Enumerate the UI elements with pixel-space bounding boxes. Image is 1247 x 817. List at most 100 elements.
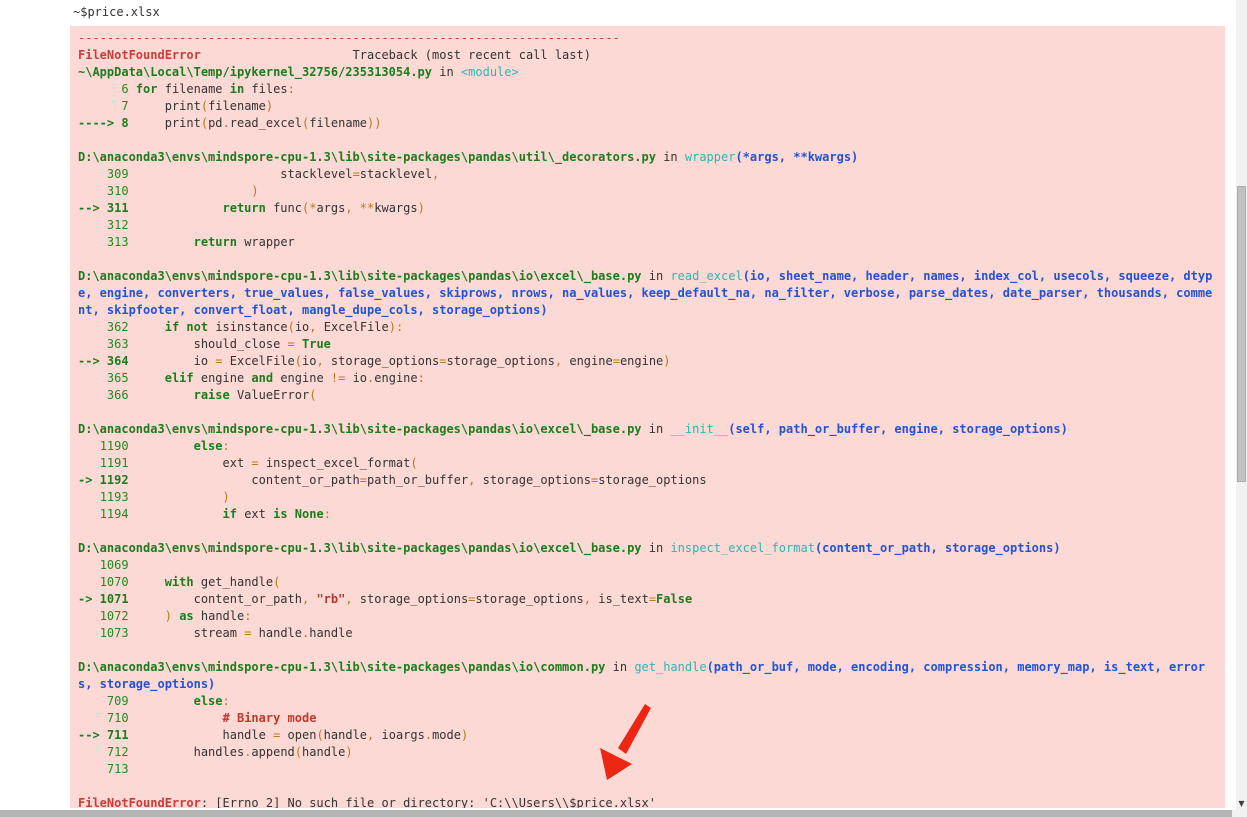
code-token: get_handle xyxy=(193,575,274,589)
code-token: should_close xyxy=(135,337,288,351)
code-token: ext xyxy=(135,456,252,470)
code-token: ) xyxy=(345,745,353,759)
code-token: storage_options xyxy=(323,354,440,368)
line-number: 1073 xyxy=(78,626,136,640)
code-token: filename xyxy=(309,116,368,130)
source-code-line: --> 364 io = ExcelFile(io, storage_optio… xyxy=(78,353,1218,370)
line-number: 363 xyxy=(78,337,136,351)
source-code-line: 363 should_close = True xyxy=(78,336,1218,353)
line-number: 1191 xyxy=(78,456,136,470)
source-code-line: 712 handles.append(handle) xyxy=(78,744,1218,761)
code-token: stacklevel xyxy=(135,167,353,181)
frame-location-line: D:\anaconda3\envs\mindspore-cpu-1.3\lib\… xyxy=(78,268,1218,319)
line-number: 310 xyxy=(78,184,136,198)
code-token: ( xyxy=(273,575,281,589)
code-token: read_excel xyxy=(670,269,743,283)
line-number: 712 xyxy=(78,745,136,759)
error-line-marker: --> 311 xyxy=(78,201,136,215)
vertical-scrollbar[interactable]: ▼ xyxy=(1236,0,1247,817)
code-token: = xyxy=(352,167,360,181)
final-error-message: FileNotFoundError: [Errno 2] No such fil… xyxy=(78,795,1218,808)
code-token: return xyxy=(193,235,237,249)
code-token: is xyxy=(273,507,288,521)
scroll-down-arrow-icon[interactable]: ▼ xyxy=(1236,800,1247,808)
code-token: (self, path_or_buffer, engine, storage_o… xyxy=(728,422,1068,436)
horizontal-scrollbar-thumb[interactable] xyxy=(0,810,1232,817)
code-token: handle xyxy=(323,728,368,742)
code-token: , xyxy=(309,320,317,334)
code-token: files xyxy=(244,82,288,96)
code-token: read_excel xyxy=(229,116,302,130)
code-token: handle xyxy=(135,728,274,742)
code-token: not xyxy=(186,320,209,334)
code-token: ExcelFile xyxy=(222,354,295,368)
code-token: # Binary mode xyxy=(222,711,317,725)
source-code-line: 709 else: xyxy=(78,693,1218,710)
code-token: wrapper xyxy=(684,150,736,164)
error-line-marker: --> 364 xyxy=(78,354,136,368)
code-token: and xyxy=(251,371,274,385)
code-token: ) xyxy=(417,201,425,215)
code-token: = xyxy=(439,354,447,368)
code-token: ( xyxy=(316,728,324,742)
code-token: D:\anaconda3\envs\mindspore-cpu-1.3\lib\… xyxy=(78,660,606,674)
line-number: 6 xyxy=(78,82,136,96)
code-token: ext xyxy=(236,507,274,521)
line-number: 365 xyxy=(78,371,136,385)
code-token: in xyxy=(641,269,671,283)
code-token: (*args, **kwargs) xyxy=(735,150,859,164)
code-token: : xyxy=(287,82,295,96)
code-token: : [Errno 2] No such file or directory: xyxy=(200,796,483,808)
code-token: ( xyxy=(200,99,209,113)
source-code-line: 1193 ) xyxy=(78,489,1218,506)
code-token: ) xyxy=(164,609,172,623)
code-token: engine xyxy=(562,354,613,368)
code-token: False xyxy=(656,592,693,606)
code-token: : xyxy=(222,439,230,453)
source-code-line: ----> 8 print(pd.read_excel(filename)) xyxy=(78,115,1218,132)
code-token: kwargs xyxy=(374,201,418,215)
code-token: : xyxy=(323,507,331,521)
code-token: ) xyxy=(265,99,274,113)
code-token: None xyxy=(294,507,324,521)
code-token: elif xyxy=(164,371,194,385)
line-number: 1069 xyxy=(78,558,136,572)
code-token: io xyxy=(294,320,310,334)
code-token: , xyxy=(432,167,440,181)
code-token: : xyxy=(244,609,252,623)
horizontal-scrollbar[interactable] xyxy=(0,810,1236,817)
code-token: ( xyxy=(410,456,418,470)
code-token: 'C:\\Users\\$price.xlsx' xyxy=(482,796,656,808)
code-token: = xyxy=(612,354,620,368)
code-token: in xyxy=(605,660,635,674)
frame-location-line: ~\AppData\Local\Temp/ipykernel_32756/235… xyxy=(78,64,1218,81)
code-token: engine xyxy=(273,371,331,385)
line-number: 7 xyxy=(78,99,136,113)
code-token: (* xyxy=(301,201,317,215)
vertical-scrollbar-thumb[interactable] xyxy=(1237,186,1246,482)
code-token: D:\anaconda3\envs\mindspore-cpu-1.3\lib\… xyxy=(78,422,642,436)
code-token: engine xyxy=(193,371,252,385)
code-token: ExcelFile xyxy=(316,320,389,334)
code-token: ) xyxy=(135,490,230,504)
code-token: io xyxy=(345,371,368,385)
code-token: = xyxy=(359,473,367,487)
code-token: Traceback (most recent call last) xyxy=(352,48,591,62)
line-number: 1072 xyxy=(78,609,136,623)
code-token: )) xyxy=(367,116,382,130)
code-token: in xyxy=(229,82,245,96)
line-number: 1190 xyxy=(78,439,136,453)
source-code-line: 1073 stream = handle.handle xyxy=(78,625,1218,642)
code-token: = xyxy=(287,337,295,351)
code-token: isinstance xyxy=(208,320,288,334)
source-code-line: 310 ) xyxy=(78,183,1218,200)
code-token: wrapper xyxy=(236,235,295,249)
code-token: stream xyxy=(135,626,245,640)
code-token: ioargs xyxy=(374,728,425,742)
